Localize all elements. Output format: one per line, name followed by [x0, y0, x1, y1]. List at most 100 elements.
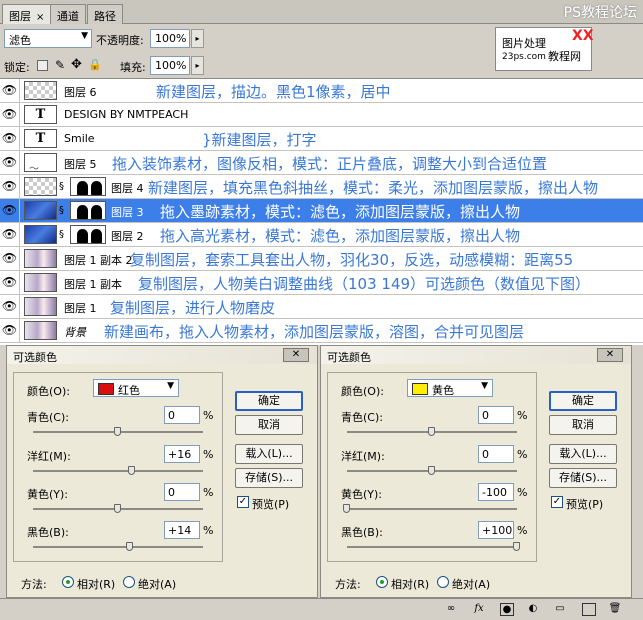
- tab-channels[interactable]: 通道: [50, 4, 86, 24]
- layer-name[interactable]: 图层 1 副本 2: [64, 252, 133, 268]
- mask-link-icon[interactable]: §: [59, 229, 64, 240]
- slider-thumb[interactable]: [127, 466, 135, 475]
- layer-name[interactable]: 图层 1: [64, 300, 97, 316]
- visibility-eye-icon[interactable]: 👁: [0, 199, 20, 222]
- percent-sign: %: [517, 448, 528, 461]
- visibility-eye-icon[interactable]: 👁: [0, 103, 20, 126]
- slider-thumb[interactable]: [428, 466, 435, 475]
- fill-slider-button[interactable]: ▸: [191, 56, 204, 75]
- visibility-eye-icon[interactable]: 👁: [0, 79, 20, 102]
- slider-track[interactable]: [33, 470, 203, 472]
- layer-name[interactable]: 图层 3: [111, 204, 144, 220]
- adjustment-icon[interactable]: ◐: [526, 603, 540, 616]
- layer-row[interactable]: 👁 § 图层 2 拖入高光素材，模式：滤色，添加图层蒙版，擦出人物: [0, 223, 643, 247]
- slider-thumb[interactable]: [513, 542, 520, 551]
- layer-row[interactable]: 👁 图层 6 新建图层，描边。黑色1像素，居中: [0, 79, 643, 103]
- folder-icon[interactable]: ▭: [553, 603, 567, 616]
- field-input[interactable]: +14: [164, 521, 200, 539]
- visibility-eye-icon[interactable]: 👁: [0, 271, 20, 294]
- layer-row[interactable]: 👁 背景 新建画布，拖入人物素材，添加图层蒙版，溶图，合并可见图层: [0, 319, 643, 343]
- method-absolute-radio[interactable]: [437, 576, 449, 588]
- fx-icon[interactable]: fx: [472, 603, 486, 616]
- layer-mask-thumbnail[interactable]: [70, 177, 106, 196]
- mask-link-icon[interactable]: §: [59, 181, 64, 192]
- field-input[interactable]: 0: [478, 406, 514, 424]
- opacity-input[interactable]: 100%: [150, 29, 190, 48]
- lock-transparency-icon[interactable]: [37, 60, 48, 71]
- slider-thumb[interactable]: [114, 427, 121, 436]
- layer-row[interactable]: 👁 T Smile}新建图层，打字: [0, 127, 643, 151]
- opacity-slider-button[interactable]: ▸: [191, 29, 204, 48]
- layer-mask-thumbnail[interactable]: [70, 201, 106, 220]
- visibility-eye-icon[interactable]: 👁: [0, 151, 20, 174]
- layer-name[interactable]: DESIGN BY NMTPEACH: [64, 108, 188, 121]
- close-icon[interactable]: ✕: [283, 348, 309, 362]
- trash-icon[interactable]: 🗑: [608, 603, 622, 616]
- method-relative-radio[interactable]: [62, 576, 74, 588]
- method-relative-radio[interactable]: [376, 576, 388, 588]
- brush-icon[interactable]: ✎: [55, 58, 65, 72]
- tab-paths[interactable]: 路径: [87, 4, 123, 24]
- layer-name[interactable]: 图层 1 副本: [64, 276, 122, 292]
- ok-button[interactable]: 确定: [549, 391, 617, 411]
- slider-thumb[interactable]: [343, 504, 350, 513]
- slider-thumb[interactable]: [125, 542, 133, 551]
- blend-mode-select[interactable]: 滤色 ▼: [4, 29, 92, 48]
- slider-thumb[interactable]: [428, 427, 435, 436]
- preview-checkbox[interactable]: ✓: [551, 496, 563, 508]
- mask-link-icon[interactable]: §: [59, 205, 64, 216]
- field-input[interactable]: 0: [164, 406, 200, 424]
- layer-name[interactable]: Smile: [64, 132, 95, 145]
- slider-track[interactable]: [347, 546, 517, 548]
- layer-name[interactable]: 背景: [64, 324, 86, 340]
- visibility-eye-icon[interactable]: 👁: [0, 247, 20, 270]
- fill-input[interactable]: 100%: [150, 56, 190, 75]
- layer-name[interactable]: 图层 4: [111, 180, 144, 196]
- color-select[interactable]: 红色 ▼: [93, 379, 179, 397]
- layer-row[interactable]: 👁 § 图层 4 新建图层，填充黑色斜抽丝，模式：柔光，添加图层蒙版，擦出人物: [0, 175, 643, 199]
- layer-name[interactable]: 图层 2: [111, 228, 144, 244]
- close-icon[interactable]: ×: [36, 12, 44, 23]
- close-icon[interactable]: ✕: [597, 348, 623, 362]
- save-button[interactable]: 存储(S)...: [549, 468, 617, 488]
- load-button[interactable]: 载入(L)...: [235, 444, 303, 464]
- new-layer-icon[interactable]: [582, 603, 596, 616]
- layer-name[interactable]: 图层 6: [64, 84, 97, 100]
- slider-track[interactable]: [347, 508, 517, 510]
- load-button[interactable]: 载入(L)...: [549, 444, 617, 464]
- slider-thumb[interactable]: [114, 504, 121, 513]
- cancel-button[interactable]: 取消: [549, 415, 617, 435]
- layer-row[interactable]: 👁 ～ 图层 5 拖入装饰素材，图像反相，模式：正片叠底，调整大小到合适位置: [0, 151, 643, 175]
- visibility-eye-icon[interactable]: 👁: [0, 295, 20, 318]
- field-input[interactable]: +16: [164, 445, 200, 463]
- mask-icon[interactable]: ●: [500, 603, 514, 616]
- layer-row[interactable]: 👁 图层 1 复制图层，进行人物磨皮: [0, 295, 643, 319]
- cancel-button[interactable]: 取消: [235, 415, 303, 435]
- field-input[interactable]: 0: [164, 483, 200, 501]
- layer-row[interactable]: 👁 图层 1 副本 复制图层，人物美白调整曲线（103 149）可选颜色（数值见下图…: [0, 271, 643, 295]
- save-button[interactable]: 存储(S)...: [235, 468, 303, 488]
- slider-track[interactable]: [33, 546, 203, 548]
- method-relative-label: 相对(R): [391, 578, 430, 591]
- link-icon[interactable]: ∞: [444, 603, 458, 616]
- method-absolute-radio[interactable]: [123, 576, 135, 588]
- field-input[interactable]: +100: [478, 521, 514, 539]
- tab-layers[interactable]: 图层 ×: [2, 4, 52, 24]
- layer-row[interactable]: 👁 § 图层 3 拖入墨跡素材，模式：滤色，添加图层蒙版，擦出人物: [0, 199, 643, 223]
- move-icon[interactable]: ✥: [71, 57, 82, 72]
- visibility-eye-icon[interactable]: 👁: [0, 175, 20, 198]
- layer-row[interactable]: 👁 图层 1 副本 2 复制图层，套索工具套出人物，羽化30，反选，动感模糊：距离5…: [0, 247, 643, 271]
- field-input[interactable]: -100: [478, 483, 514, 501]
- visibility-eye-icon[interactable]: 👁: [0, 319, 20, 342]
- layer-row[interactable]: 👁 T DESIGN BY NMTPEACH: [0, 103, 643, 127]
- visibility-eye-icon[interactable]: 👁: [0, 223, 20, 246]
- field-input[interactable]: 0: [478, 445, 514, 463]
- lock-icon[interactable]: 🔒: [88, 58, 102, 71]
- color-select[interactable]: 黄色 ▼: [407, 379, 493, 397]
- ok-button[interactable]: 确定: [235, 391, 303, 411]
- preview-checkbox[interactable]: ✓: [237, 496, 249, 508]
- layer-thumbnail: [24, 177, 57, 196]
- layer-name[interactable]: 图层 5: [64, 156, 97, 172]
- layer-mask-thumbnail[interactable]: [70, 225, 106, 244]
- visibility-eye-icon[interactable]: 👁: [0, 127, 20, 150]
